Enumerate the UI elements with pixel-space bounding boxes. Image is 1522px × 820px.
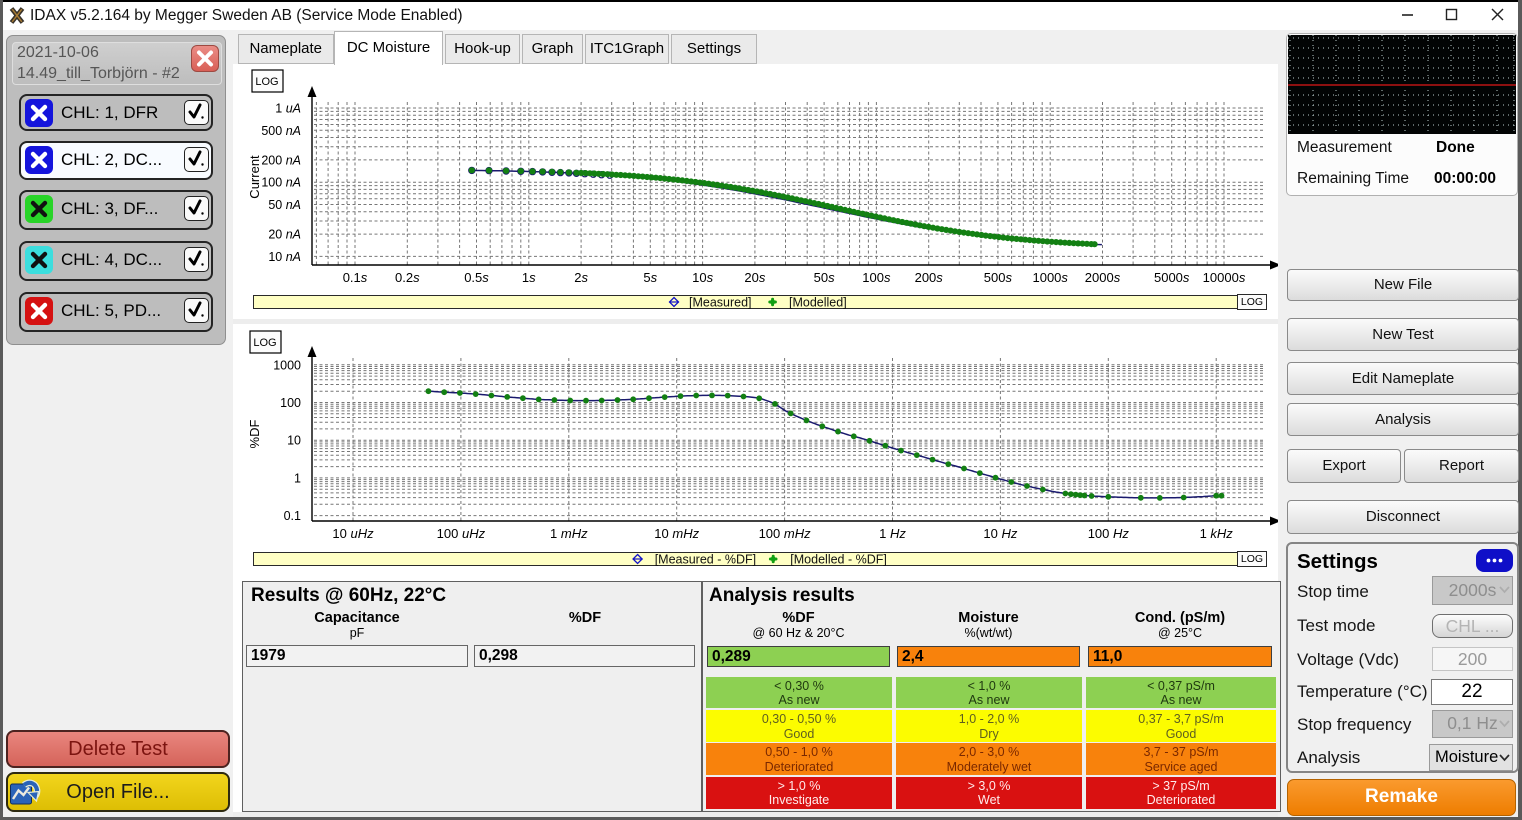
svg-text:100 uHz: 100 uHz xyxy=(437,526,486,541)
svg-text:2000s: 2000s xyxy=(1085,270,1121,285)
svg-text:0.2s: 0.2s xyxy=(395,270,420,285)
svg-text:1 mHz: 1 mHz xyxy=(550,526,588,541)
svg-text:LOG: LOG xyxy=(255,76,278,88)
svg-text:500s: 500s xyxy=(984,270,1013,285)
svg-text:10 mHz: 10 mHz xyxy=(654,526,699,541)
svg-text:5000s: 5000s xyxy=(1154,270,1190,285)
svg-text:500 nA: 500 nA xyxy=(261,124,301,138)
svg-text:200s: 200s xyxy=(915,270,944,285)
svg-text:10s: 10s xyxy=(692,270,713,285)
svg-text:200 nA: 200 nA xyxy=(261,153,301,167)
svg-text:20s: 20s xyxy=(744,270,765,285)
svg-text:1 uA: 1 uA xyxy=(275,102,301,116)
svg-text:1s: 1s xyxy=(522,270,536,285)
svg-text:0.1: 0.1 xyxy=(284,509,301,523)
svg-text:[Measured]: [Measured] xyxy=(689,295,752,309)
svg-text:50s: 50s xyxy=(814,270,835,285)
svg-text:0.1s: 0.1s xyxy=(343,270,368,285)
svg-text:20 nA: 20 nA xyxy=(268,228,301,242)
svg-text:50 nA: 50 nA xyxy=(268,198,301,212)
svg-text:LOG: LOG xyxy=(253,337,276,349)
svg-text:1 kHz: 1 kHz xyxy=(1200,526,1234,541)
svg-text:[Modelled]: [Modelled] xyxy=(789,295,847,309)
svg-text:[Modelled - %DF]: [Modelled - %DF] xyxy=(790,552,887,566)
svg-text:0.5s: 0.5s xyxy=(464,270,489,285)
svg-text:[Measured - %DF]: [Measured - %DF] xyxy=(655,552,756,566)
svg-text:10 uHz: 10 uHz xyxy=(332,526,374,541)
svg-text:Current: Current xyxy=(247,155,262,199)
svg-text:10: 10 xyxy=(287,434,301,448)
svg-text:10000s: 10000s xyxy=(1203,270,1246,285)
svg-text:100 mHz: 100 mHz xyxy=(759,526,812,541)
svg-text:10 Hz: 10 Hz xyxy=(983,526,1017,541)
svg-text:100s: 100s xyxy=(862,270,891,285)
svg-text:5s: 5s xyxy=(643,270,657,285)
svg-text:10 nA: 10 nA xyxy=(268,250,301,264)
svg-text:100 nA: 100 nA xyxy=(261,176,301,190)
svg-text:100 Hz: 100 Hz xyxy=(1088,526,1130,541)
svg-text:%DF: %DF xyxy=(247,419,262,448)
svg-text:1000: 1000 xyxy=(273,358,301,372)
svg-text:100: 100 xyxy=(280,396,301,410)
svg-text:1: 1 xyxy=(294,471,301,485)
svg-text:1000s: 1000s xyxy=(1032,270,1068,285)
svg-text:1 Hz: 1 Hz xyxy=(879,526,906,541)
svg-text:2s: 2s xyxy=(574,270,588,285)
